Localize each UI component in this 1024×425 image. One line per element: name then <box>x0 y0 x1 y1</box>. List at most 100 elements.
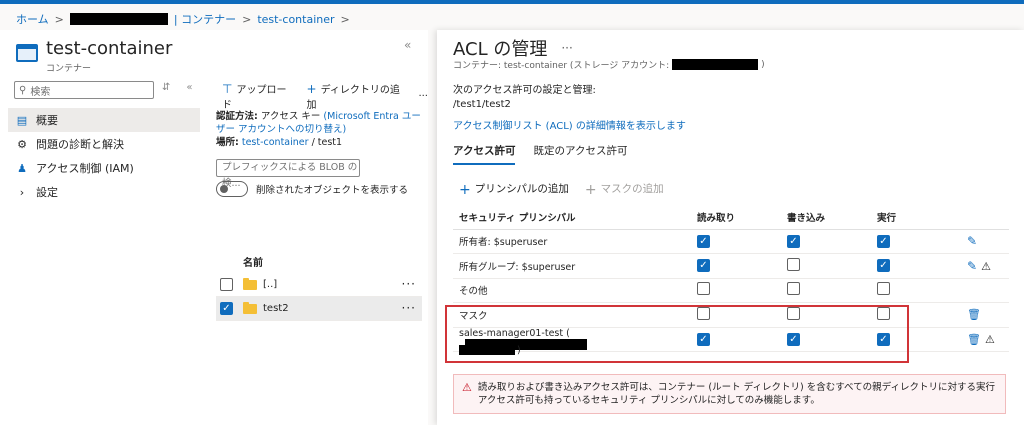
column-header: 実行 <box>869 205 959 230</box>
principal-name: その他 <box>459 286 488 298</box>
sidebar-item-label: 概要 <box>36 114 58 127</box>
read-checkbox[interactable]: ✓ <box>697 259 710 273</box>
principal-cell: 所有者: $superuser <box>453 229 689 254</box>
left-pane: test-container コンテナー « ⚲ 検索 ⇵ « ▤ 概要 ⚙ 問… <box>0 30 428 425</box>
write-checkbox[interactable] <box>787 257 800 271</box>
collapse-menu-icon[interactable]: « <box>186 82 192 93</box>
warning-message: ⚠ 読み取りおよび書き込みアクセス許可は、コンテナー (ルート ディレクトリ) … <box>453 374 1006 414</box>
list-item[interactable]: [..] ··· <box>216 273 422 297</box>
sidebar-nav: ▤ 概要 ⚙ 問題の診断と解決 ♟ アクセス制御 (IAM) › 設定 <box>8 108 200 204</box>
location-path: / test1 <box>311 137 343 148</box>
location-label: 場所: <box>216 137 239 148</box>
warning-text: 読み取りおよび書き込みアクセス許可は、コンテナー (ルート ディレクトリ) を含… <box>477 382 995 406</box>
row-more-button[interactable]: ··· <box>402 301 416 315</box>
breadcrumb: ホーム > | コンテナー > test-container > <box>16 11 350 27</box>
trash-icon[interactable]: 🗑 <box>967 308 981 321</box>
row-more-button[interactable]: ··· <box>402 277 416 291</box>
read-checkbox[interactable]: ✓ <box>697 234 710 248</box>
sidebar-item-iam[interactable]: ♟ アクセス制御 (IAM) <box>8 156 200 180</box>
show-deleted-label: 削除されたオブジェクトを表示する <box>256 185 409 196</box>
breadcrumb-separator: > <box>340 12 350 26</box>
panel-subtitle: コンテナー: test-container (ストレージ アカウント: ) <box>453 59 765 71</box>
table-row: その他 <box>453 278 1009 303</box>
sidebar-item-label: アクセス制御 (IAM) <box>36 162 134 175</box>
name-column-header[interactable]: 名前 <box>243 254 263 269</box>
edit-icon[interactable]: ✎ <box>967 259 977 273</box>
overview-icon: ▤ <box>16 113 28 127</box>
warning-icon: ⚠ <box>462 381 472 394</box>
sidebar-item-diagnose[interactable]: ⚙ 問題の診断と解決 <box>8 132 200 156</box>
upload-button[interactable]: ⊤ アップロード <box>222 81 293 111</box>
panel-more-button[interactable]: ··· <box>561 41 572 55</box>
exec-checkbox[interactable]: ✓ <box>877 234 890 248</box>
wrench-icon: ⚙ <box>17 137 27 151</box>
folder-icon <box>243 277 257 290</box>
blob-toolbar: ⊤ アップロード + ディレクトリの追加 ··· <box>222 81 428 111</box>
highlight-box <box>445 305 909 363</box>
table-row: 所有者: $superuser ✓ ✓ ✓ ✎ <box>453 229 1009 254</box>
add-mask-button: + マスクの追加 <box>584 182 664 198</box>
sidebar-item-label: 設定 <box>36 186 58 199</box>
exec-checkbox[interactable]: ✓ <box>877 259 890 273</box>
write-checkbox[interactable] <box>787 282 800 296</box>
container-icon <box>16 44 38 62</box>
add-principal-button[interactable]: + プリンシパルの追加 <box>459 181 569 198</box>
warning-icon: ⚠ <box>981 259 991 273</box>
principal-cell: その他 <box>453 278 689 303</box>
principal-name: 所有グループ: $superuser <box>459 261 576 273</box>
item-name[interactable]: test2 <box>263 303 289 314</box>
read-checkbox[interactable] <box>697 282 710 296</box>
breadcrumb-separator: > <box>54 12 64 26</box>
principal-cell: 所有グループ: $superuser <box>453 253 689 279</box>
redacted-block <box>672 59 759 70</box>
breadcrumb-home[interactable]: ホーム <box>16 11 49 27</box>
edit-icon[interactable]: ✎ <box>967 234 977 248</box>
plus-icon: + <box>459 182 471 198</box>
table-header-row: セキュリティ プリンシパル 読み取り 書き込み 実行 <box>453 205 1009 230</box>
principal-name: 所有者: $superuser <box>459 237 548 249</box>
search-icon: ⚲ <box>19 84 27 96</box>
upload-icon: ⊤ <box>222 82 233 96</box>
people-icon: ♟ <box>17 161 27 175</box>
sidebar-item-settings[interactable]: › 設定 <box>8 180 200 204</box>
search-input[interactable]: ⚲ 検索 <box>14 81 154 99</box>
plus-icon: + <box>306 82 317 96</box>
acl-panel: ACL の管理 ··· コンテナー: test-container (ストレージ… <box>437 30 1024 425</box>
collapse-pane-button[interactable]: « <box>404 38 411 52</box>
exec-checkbox[interactable] <box>877 282 890 296</box>
acl-learn-more-link[interactable]: アクセス制御リスト (ACL) の詳細情報を表示します <box>453 117 686 132</box>
page-title: test-container <box>46 38 173 59</box>
column-header: 書き込み <box>779 205 869 230</box>
redacted-block <box>69 13 168 25</box>
sidebar-item-overview[interactable]: ▤ 概要 <box>8 108 200 132</box>
location-link[interactable]: test-container <box>242 137 309 148</box>
item-name[interactable]: [..] <box>263 279 277 290</box>
chevron-right-icon: › <box>19 185 25 199</box>
breadcrumb-containers[interactable]: | コンテナー <box>174 11 236 27</box>
sidebar-item-label: 問題の診断と解決 <box>36 138 124 151</box>
table-row: 所有グループ: $superuser ✓ ✓ ✎ ⚠ <box>453 253 1009 279</box>
breadcrumb-current[interactable]: test-container <box>257 13 334 26</box>
toolbar-more-button[interactable]: ··· <box>418 91 428 102</box>
row-checkbox[interactable]: ✓ <box>220 302 233 315</box>
list-item[interactable]: ✓ test2 ··· <box>216 297 422 321</box>
search-placeholder: 検索 <box>30 86 51 98</box>
write-checkbox[interactable]: ✓ <box>787 234 800 248</box>
prefix-search-input[interactable]: プレフィックスによる BLOB の検... <box>216 159 360 189</box>
tab-access-permissions[interactable]: アクセス許可 <box>453 143 516 165</box>
trash-icon[interactable]: 🗑 <box>967 333 981 346</box>
show-deleted-toggle[interactable] <box>216 181 248 197</box>
column-header: セキュリティ プリンシパル <box>453 205 689 230</box>
expand-icon[interactable]: ⇵ <box>162 82 170 93</box>
folder-icon <box>243 301 257 314</box>
row-checkbox[interactable] <box>220 278 233 291</box>
panel-description: 次のアクセス許可の設定と管理: /test1/test2 <box>453 85 596 110</box>
plus-icon: + <box>584 182 597 198</box>
acl-tabs: アクセス許可 既定のアクセス許可 <box>453 143 627 165</box>
tab-default-permissions[interactable]: 既定のアクセス許可 <box>533 143 627 165</box>
auth-value: アクセス キー <box>260 111 321 122</box>
show-deleted-row: 削除されたオブジェクトを表示する <box>216 181 408 197</box>
auth-label: 認証方法: <box>216 111 258 122</box>
acl-actions: + プリンシパルの追加 + マスクの追加 <box>459 181 664 198</box>
add-directory-button[interactable]: + ディレクトリの追加 <box>307 81 405 111</box>
